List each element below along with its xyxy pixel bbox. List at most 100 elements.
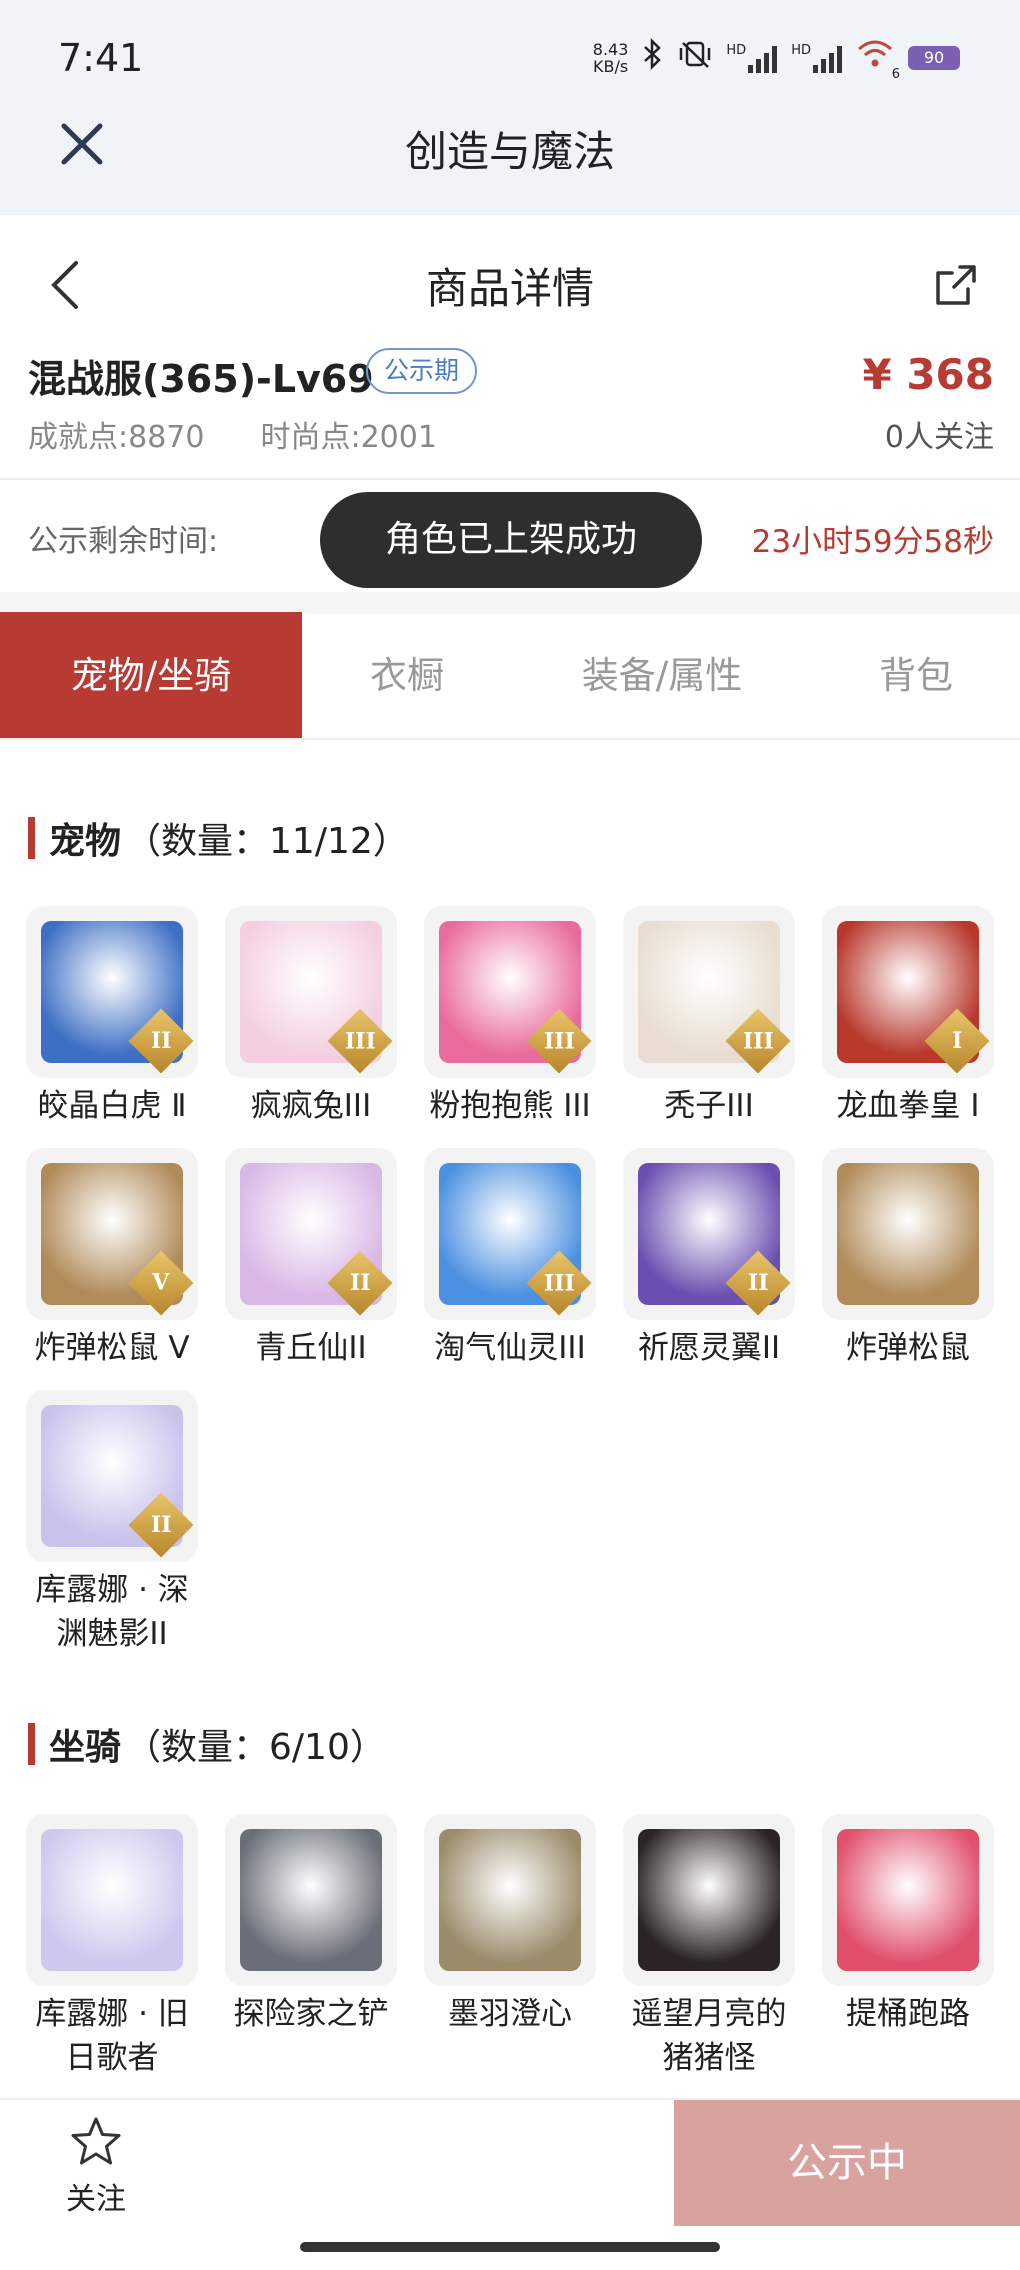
mount-name: 探险家之铲	[233, 1996, 389, 2032]
achievement-points: 成就点:8870	[28, 412, 204, 456]
mounts-count: （数量：6/10）	[125, 1727, 386, 1768]
mounts-title: 坐骑	[49, 1727, 122, 1768]
mount-name: 墨羽澄心	[448, 1996, 572, 2032]
pet-thumbnail: III	[623, 906, 795, 1078]
app-title: 创造与魔法	[404, 127, 615, 176]
tier-label: II	[150, 1512, 172, 1538]
pets-title: 宠物	[49, 821, 122, 862]
pets-count: （数量：11/12）	[125, 821, 409, 862]
mount-thumbnail	[424, 1814, 596, 1986]
tier-label: III	[543, 1270, 575, 1296]
pet-card[interactable]: 炸弹松鼠	[822, 1148, 994, 1370]
product-price: ¥ 368	[862, 350, 994, 399]
mount-name: 库露娜 · 旧日歌者	[35, 1996, 189, 2076]
signal-icon-1: HD	[726, 42, 778, 73]
pet-card[interactable]: III 秃子III	[623, 906, 795, 1128]
tab-pets-mounts[interactable]: 宠物/坐骑	[0, 612, 302, 738]
pet-thumbnail: III	[225, 906, 397, 1078]
mount-thumbnail	[822, 1814, 994, 1986]
pet-name: 皎晶白虎 Ⅱ	[37, 1088, 187, 1124]
battery-icon: 90	[908, 45, 960, 70]
mount-image	[638, 1829, 780, 1971]
tier-label: II	[150, 1028, 172, 1054]
pet-thumbnail: III	[424, 1148, 596, 1320]
follower-count: 0人关注	[884, 420, 994, 455]
bluetooth-icon	[642, 37, 664, 77]
signal-icon-2: HD	[791, 43, 842, 73]
tab-equipment[interactable]: 装备/属性	[512, 612, 812, 738]
mount-card[interactable]: 提桶跑路	[822, 1814, 994, 2080]
section-marker	[28, 817, 35, 859]
section-marker	[28, 1723, 35, 1765]
hd-label-1: HD	[726, 42, 747, 58]
wifi-badge: 6	[891, 67, 900, 82]
tier-label: III	[344, 1028, 376, 1054]
pet-name: 淘气仙灵III	[434, 1330, 586, 1366]
pet-card[interactable]: III 疯疯兔III	[225, 906, 397, 1128]
fashion-label: 时尚点:	[260, 420, 361, 455]
pet-thumbnail: III	[424, 906, 596, 1078]
pet-thumbnail: V	[26, 1148, 198, 1320]
tier-label: I	[951, 1027, 963, 1054]
pet-thumbnail	[822, 1148, 994, 1320]
follow-label: 关注	[66, 2182, 126, 2217]
pet-card[interactable]: III 淘气仙灵III	[424, 1148, 596, 1370]
pet-card[interactable]: II 青丘仙II	[225, 1148, 397, 1370]
mount-thumbnail	[225, 1814, 397, 1986]
fashion-value: 2001	[360, 420, 437, 455]
tier-label: III	[543, 1028, 575, 1054]
tier-label: III	[742, 1028, 774, 1054]
toast-message: 角色已上架成功	[320, 492, 702, 588]
tier-label: V	[152, 1269, 170, 1296]
fashion-points: 时尚点:2001	[260, 412, 436, 456]
pet-card[interactable]: I 龙血拳皇 I	[822, 906, 994, 1128]
app-top-bar: 7:41 8.43 KB/s HD HD 6 90 创造与魔法	[0, 0, 1020, 215]
achievement-label: 成就点:	[28, 420, 129, 455]
net-speed-unit: KB/s	[592, 56, 629, 76]
pets-grid: II 皎晶白虎 Ⅱ III 疯疯兔III III 粉抱抱熊 III III 秃子III I 龙血拳…	[26, 906, 996, 1656]
pet-name: 祈愿灵翼II	[637, 1330, 781, 1366]
mount-thumbnail	[26, 1814, 198, 1986]
network-speed: 8.43 KB/s	[593, 41, 629, 75]
hd-label-2: HD	[791, 42, 811, 58]
pet-card[interactable]: II 皎晶白虎 Ⅱ	[26, 906, 198, 1128]
publicity-status-button[interactable]: 公示中	[674, 2100, 1020, 2226]
star-icon	[71, 2117, 121, 2165]
countdown-timer: 23小时59分58秒	[751, 524, 994, 560]
mounts-section-title: 坐骑 （数量：6/10）	[28, 1718, 386, 1770]
mount-image	[837, 1829, 979, 1971]
pet-name: 库露娜 · 深渊魅影II	[35, 1572, 189, 1652]
status-badge: 公示期	[366, 348, 478, 394]
mount-card[interactable]: 墨羽澄心	[424, 1814, 596, 2080]
status-icons: 8.43 KB/s HD HD 6 90	[593, 37, 960, 82]
tab-backpack[interactable]: 背包	[812, 612, 1020, 738]
follow-button[interactable]: 关注	[56, 2114, 136, 2218]
pet-card[interactable]: II 库露娜 · 深渊魅影II	[26, 1390, 198, 1656]
mount-image	[41, 1829, 183, 1971]
mount-card[interactable]: 探险家之铲	[225, 1814, 397, 2080]
mount-card[interactable]: 库露娜 · 旧日歌者	[26, 1814, 198, 2080]
mount-image	[240, 1829, 382, 1971]
mount-card[interactable]: 遥望月亮的猪猪怪	[623, 1814, 795, 2080]
pet-name: 炸弹松鼠 V	[34, 1330, 190, 1366]
wifi-icon: 6	[856, 39, 900, 82]
pet-thumbnail: II	[623, 1148, 795, 1320]
pet-thumbnail: I	[822, 906, 994, 1078]
notice-label: 公示剩余时间:	[28, 524, 219, 559]
tier-label: II	[747, 1270, 769, 1296]
pets-section-title: 宠物 （数量：11/12）	[28, 812, 409, 864]
pet-card[interactable]: V 炸弹松鼠 V	[26, 1148, 198, 1370]
product-stats: 成就点:8870 时尚点:2001	[28, 412, 437, 456]
pet-card[interactable]: II 祈愿灵翼II	[623, 1148, 795, 1370]
mounts-grid: 库露娜 · 旧日歌者 探险家之铲 墨羽澄心 遥望月亮的猪猪怪 提桶跑路	[26, 1814, 996, 2080]
pet-card[interactable]: III 粉抱抱熊 III	[424, 906, 596, 1128]
mute-vibrate-icon	[678, 39, 712, 76]
pet-name: 粉抱抱熊 III	[429, 1088, 591, 1124]
tab-wardrobe[interactable]: 衣橱	[302, 612, 512, 738]
share-button[interactable]	[932, 261, 980, 309]
status-time: 7:41	[58, 36, 144, 80]
share-icon	[936, 265, 976, 305]
mount-image	[439, 1829, 581, 1971]
page-header: 商品详情	[0, 215, 1020, 345]
pet-image	[837, 1163, 979, 1305]
